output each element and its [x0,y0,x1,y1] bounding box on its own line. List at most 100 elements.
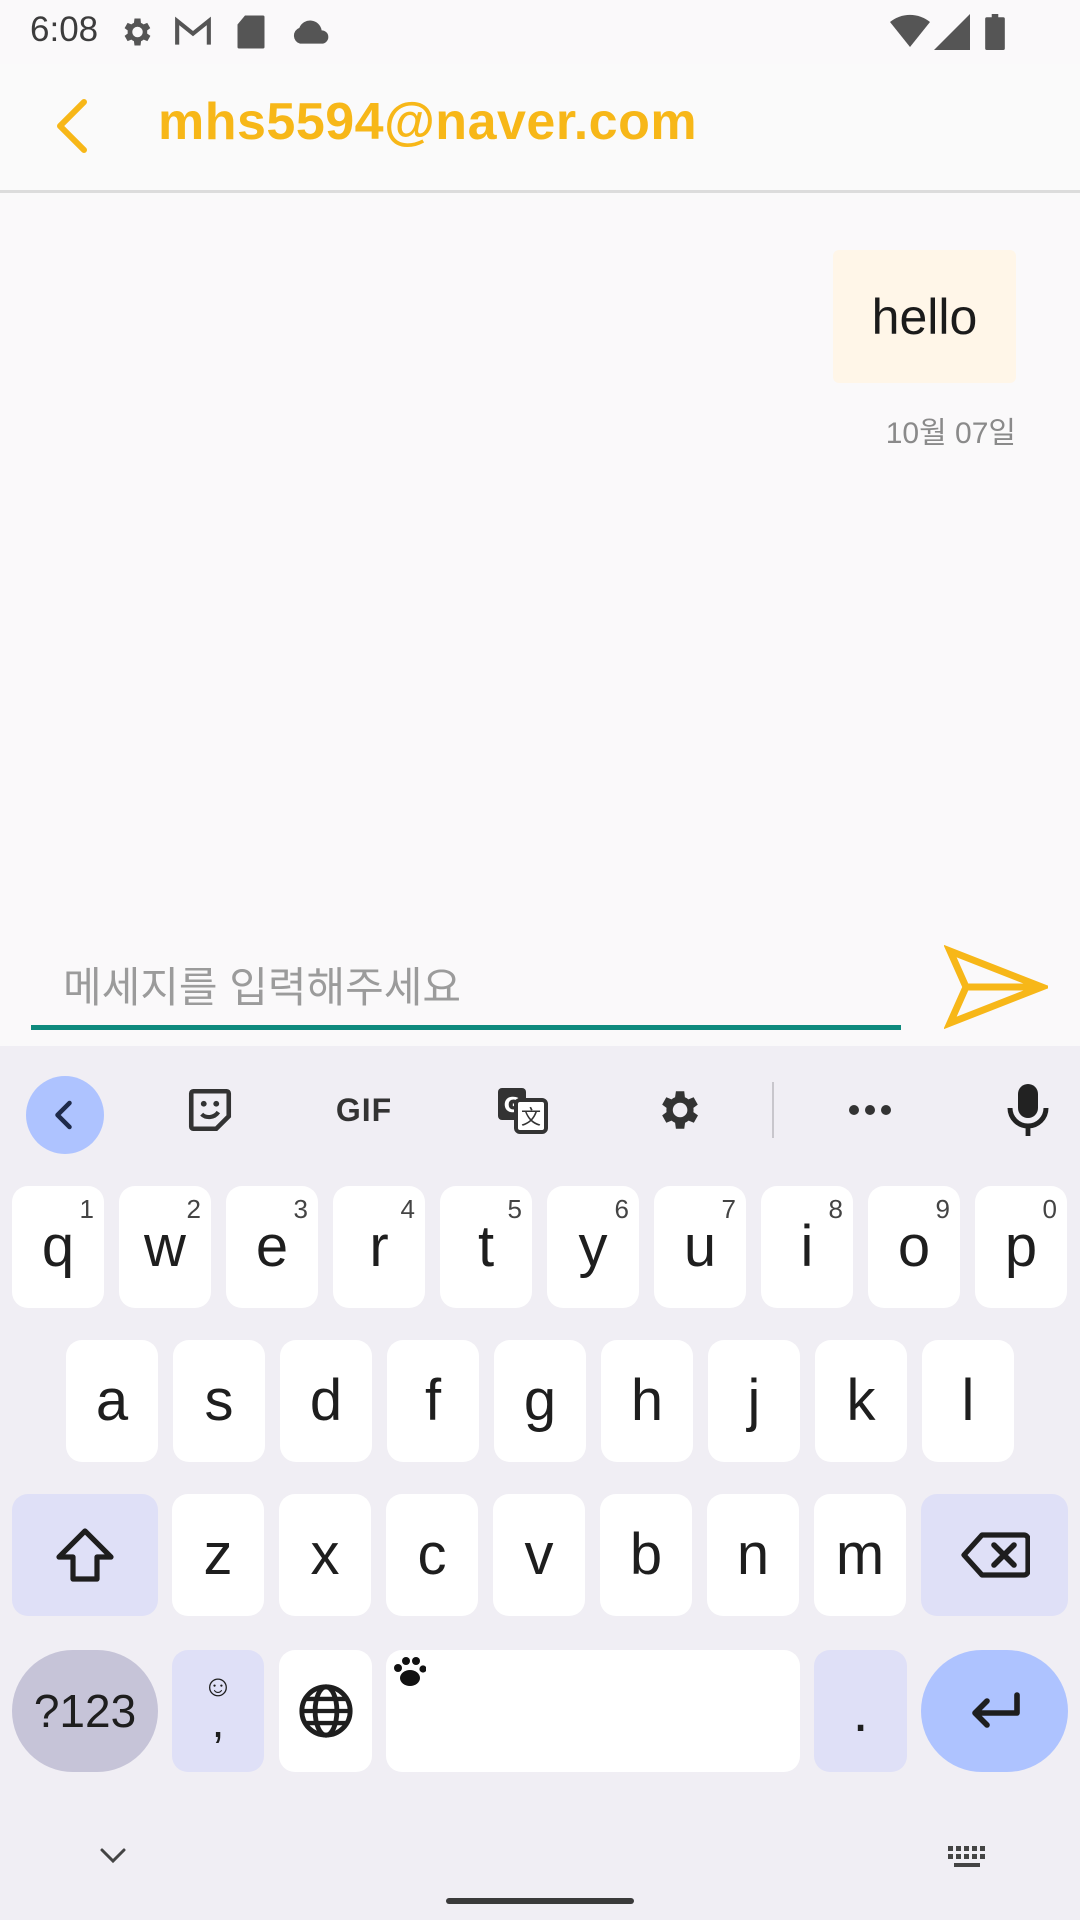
language-key[interactable] [279,1650,372,1772]
key-hint: 9 [935,1194,950,1224]
key-e[interactable]: e3 [226,1186,318,1308]
key-label: z [203,1522,233,1587]
key-w[interactable]: w2 [119,1186,211,1308]
key-hint: 0 [1042,1194,1057,1224]
key-hint: 8 [828,1194,843,1224]
key-label: j [747,1368,761,1433]
key-b[interactable]: b [600,1494,692,1616]
key-hint: 2 [186,1194,201,1224]
key-label: i [800,1214,814,1279]
key-a[interactable]: a [66,1340,158,1462]
message-input[interactable] [31,950,901,1030]
cloud-icon [293,20,329,44]
backspace-icon [960,1532,1030,1578]
key-x[interactable]: x [279,1494,371,1616]
key-f[interactable]: f [387,1340,479,1462]
key-u[interactable]: u7 [654,1186,746,1308]
key-label: k [846,1368,876,1433]
key-h[interactable]: h [601,1340,693,1462]
chat-title: mhs5594@naver.com [158,93,698,151]
key-label: h [630,1368,664,1433]
enter-icon [971,1692,1020,1728]
key-label: n [736,1522,770,1587]
keyboard-toolbar: GIF G 文 [0,1046,1080,1174]
key-hint: 6 [614,1194,629,1224]
signal-icon [934,14,970,50]
key-label: x [310,1522,340,1587]
key-label: y [578,1214,608,1279]
key-label: d [309,1368,343,1433]
key-q[interactable]: q1 [12,1186,104,1308]
gif-button[interactable]: GIF [328,1080,400,1140]
key-d[interactable]: d [280,1340,372,1462]
shift-key[interactable] [12,1494,158,1616]
key-label: s [204,1368,234,1433]
key-y[interactable]: y6 [547,1186,639,1308]
key-g[interactable]: g [494,1340,586,1462]
key-v[interactable]: v [493,1494,585,1616]
key-label: g [523,1368,557,1433]
key-label: o [897,1214,931,1279]
key-n[interactable]: n [707,1494,799,1616]
key-s[interactable]: s [173,1340,265,1462]
chevron-left-icon [55,1100,72,1130]
wifi-icon [890,14,930,48]
key-hint: 1 [79,1194,94,1224]
key-hint: 7 [721,1194,736,1224]
key-hint: 5 [507,1194,522,1224]
key-r[interactable]: r4 [333,1186,425,1308]
app-header: mhs5594@naver.com [0,64,1080,193]
send-icon[interactable] [944,945,1048,1029]
key-label: u [683,1214,717,1279]
voice-input-button[interactable] [1000,1080,1056,1140]
back-arrow-icon[interactable] [44,96,104,156]
keyboard-settings-button[interactable] [648,1080,708,1140]
period-key[interactable]: . [814,1650,907,1772]
key-l[interactable]: l [922,1340,1014,1462]
key-m[interactable]: m [814,1494,906,1616]
backspace-key[interactable] [921,1494,1068,1616]
translate-button[interactable]: G 文 [492,1080,552,1140]
battery-icon [985,14,1005,50]
enter-key[interactable] [921,1650,1068,1772]
key-o[interactable]: o9 [868,1186,960,1308]
toolbar-divider [772,1082,774,1138]
home-indicator[interactable] [446,1898,634,1904]
symbols-key[interactable]: ?123 [12,1650,158,1772]
message-bubble: hello [833,250,1016,383]
settings-icon [124,18,151,46]
key-k[interactable]: k [815,1340,907,1462]
message-date: 10월 07일 [885,417,1016,450]
globe-icon [298,1684,353,1738]
status-bar: 6:08 [0,0,1080,64]
key-hint: 4 [400,1194,415,1224]
key-label: c [417,1522,447,1587]
key-c[interactable]: c [386,1494,478,1616]
settings-icon [662,1091,698,1129]
collapse-toolbar-button[interactable] [26,1076,104,1154]
key-label: b [629,1522,663,1587]
sticker-button[interactable] [180,1080,240,1140]
key-z[interactable]: z [172,1494,264,1616]
key-i[interactable]: i8 [761,1186,853,1308]
keyboard-switch-icon[interactable] [946,1844,990,1870]
shift-icon [56,1528,114,1582]
key-hint: 3 [293,1194,308,1224]
key-label: e [255,1214,289,1279]
microphone-icon [1007,1084,1049,1136]
emoji-comma-key[interactable]: ☺ , [172,1650,264,1772]
hide-keyboard-icon[interactable] [98,1846,128,1866]
status-time: 6:08 [30,10,99,49]
key-p[interactable]: p0 [975,1186,1067,1308]
translate-icon: G 文 [498,1088,548,1134]
message-text: hello [871,288,978,345]
more-button[interactable] [840,1080,900,1140]
space-key[interactable] [386,1650,800,1772]
key-label: m [835,1522,885,1587]
key-t[interactable]: t5 [440,1186,532,1308]
key-label: v [524,1522,554,1587]
key-j[interactable]: j [708,1340,800,1462]
gmail-icon [175,16,211,45]
key-label: w [144,1214,186,1279]
soft-keyboard: GIF G 文 q1 w 2 e 3 r 4 t 5 y 6 u 7 i 8 o … [0,1046,1080,1920]
